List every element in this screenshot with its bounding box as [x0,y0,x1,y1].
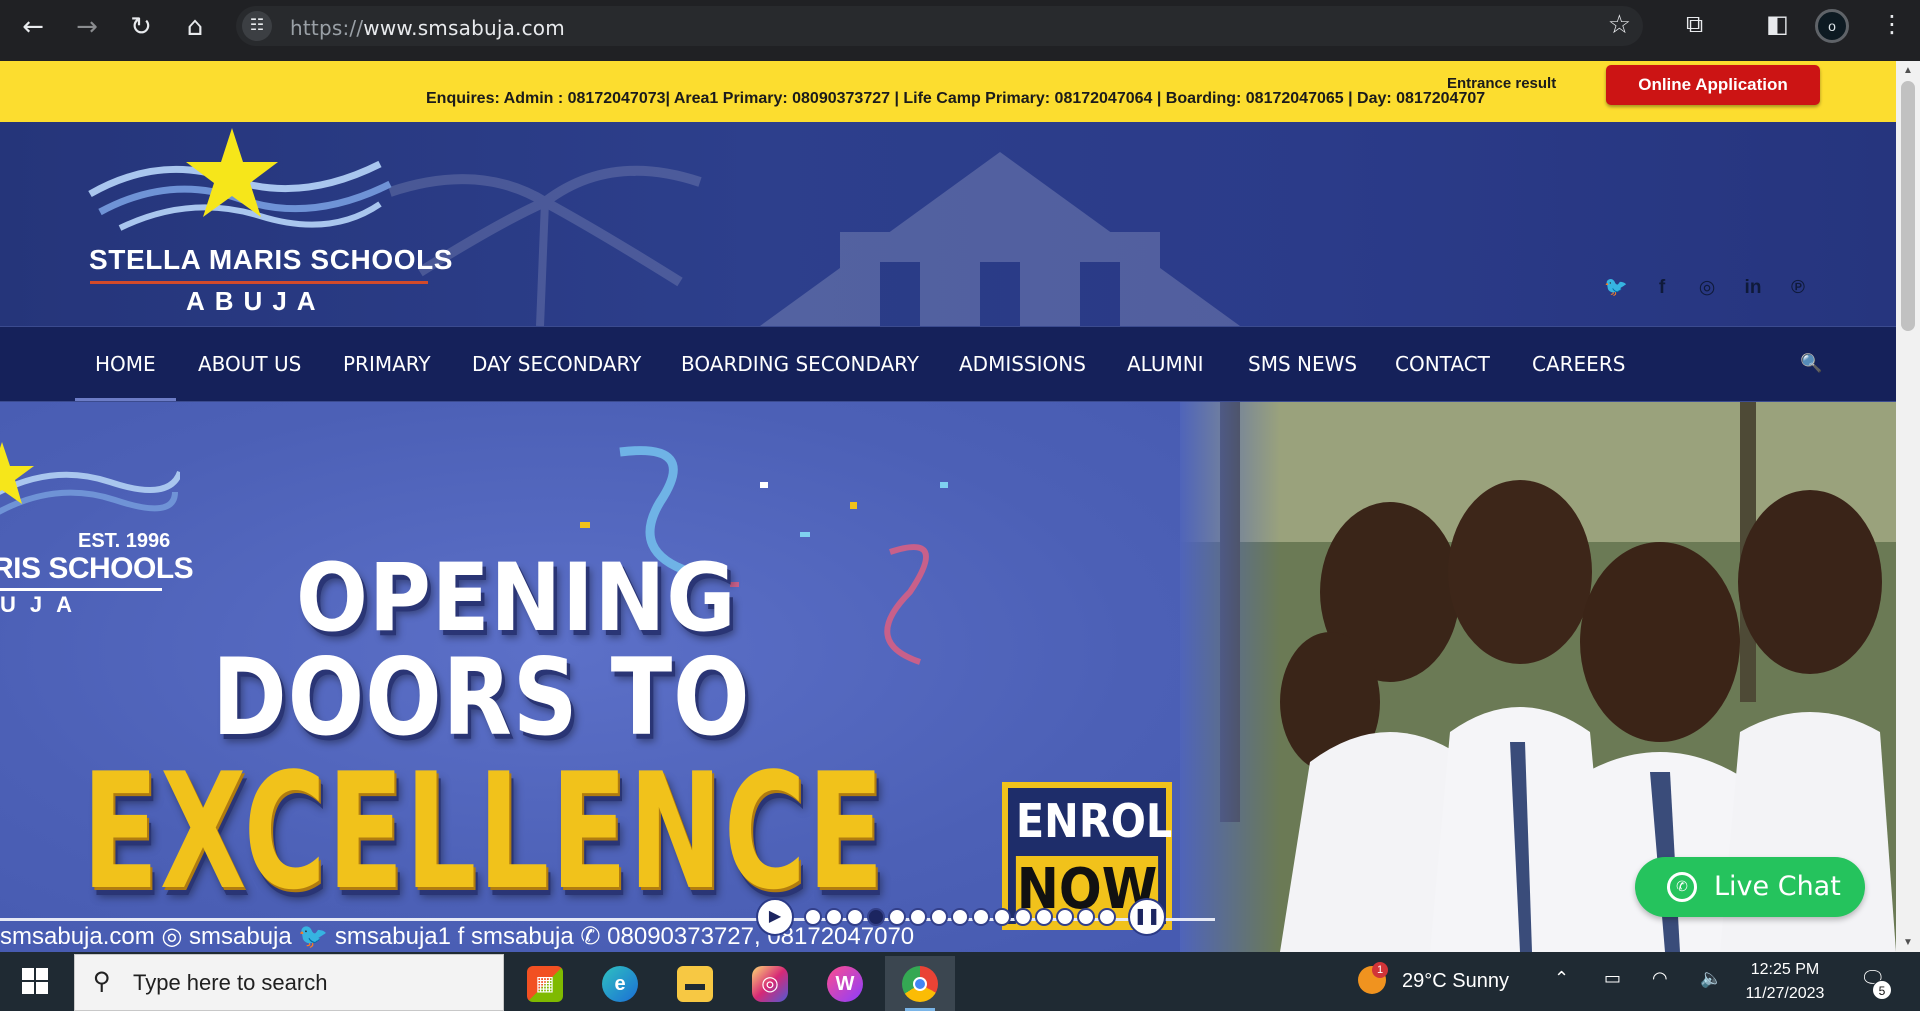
contact-topbar: Entrance result Enquires: Admin : 081720… [0,61,1896,122]
weather-text[interactable]: 29°C Sunny [1402,970,1509,993]
slider-dot[interactable] [1056,908,1074,926]
profile-avatar[interactable]: o [1815,9,1849,43]
school-building-image [760,152,1240,326]
school-logo[interactable]: STELLA MARIS SCHOOLS ABUJA [80,124,452,324]
bookmark-star-icon[interactable]: ☆ [1608,10,1631,40]
slider-dot[interactable] [1098,908,1116,926]
headline-line-3: EXCELLENCE [82,738,886,925]
logo-star-waves [88,128,392,231]
nav-about-us[interactable]: ABOUT US [198,327,301,401]
nav-careers[interactable]: CAREERS [1532,327,1625,401]
chrome-icon[interactable] [885,956,955,1011]
extensions-icon[interactable]: ⧉ [1686,10,1703,38]
slider-controls: ▶ ❚❚ [756,898,1168,936]
slider-dot[interactable] [825,908,843,926]
nav-boarding-secondary[interactable]: BOARDING SECONDARY [681,327,919,401]
linkedin-icon[interactable]: in [1738,273,1768,303]
nav-sms-news[interactable]: SMS NEWS [1248,327,1357,401]
scroll-down-icon[interactable]: ▼ [1902,937,1914,948]
search-icon: ⚲ [93,967,111,995]
url-host: www.smsabuja.com [363,16,565,40]
school-city: ABUJA [186,286,326,316]
online-application-button[interactable]: Online Application [1606,65,1820,105]
taskbar-search-box[interactable]: ⚲ Type here to search [74,954,504,1011]
nav-primary[interactable]: PRIMARY [343,327,431,401]
weather-badge: 1 [1372,962,1388,978]
nav-day-secondary[interactable]: DAY SECONDARY [472,327,641,401]
main-navigation: HOME ABOUT US PRIMARY DAY SECONDARY BOAR… [0,326,1896,402]
whatsapp-icon: ✆ [1667,872,1697,902]
instagram-icon[interactable]: ◎ [735,956,805,1011]
enrol-text: ENROL [1015,794,1173,848]
slider-dot[interactable] [1014,908,1032,926]
slider-dot[interactable] [888,908,906,926]
windows-start-icon[interactable] [22,968,48,994]
hero-logo-underline [0,588,162,591]
search-placeholder: Type here to search [133,970,328,995]
slider-dot[interactable] [804,908,822,926]
twitter-icon[interactable]: 🐦 [1601,273,1631,303]
chevron-up-icon[interactable]: ⌃ [1554,968,1569,989]
slider-dot[interactable] [1035,908,1053,926]
facebook-icon[interactable]: f [1647,273,1677,303]
slider-dot-active[interactable] [867,908,885,926]
hero-established: EST. 1996 [78,530,171,552]
wps-office-icon[interactable]: W [810,956,880,1011]
search-icon[interactable]: 🔍 [1800,353,1822,374]
slider-dot[interactable] [1077,908,1095,926]
hero-banner[interactable]: EST. 1996 RIS SCHOOLS UJA OPENING DOORS … [0,402,1896,952]
live-chat-label: Live Chat [1714,871,1841,902]
windows-taskbar: ⚲ Type here to search ▦ e ▬ ◎ W 1 29°C S… [0,952,1920,1011]
url-text[interactable]: https://www.smsabuja.com [290,16,565,40]
nav-admissions[interactable]: ADMISSIONS [959,327,1086,401]
notification-count-badge: 5 [1872,980,1892,1000]
slider-play-button[interactable]: ▶ [756,898,794,936]
live-chat-button[interactable]: ✆ Live Chat [1635,857,1865,917]
hero-logo-city: UJA [0,592,87,617]
pinterest-icon[interactable]: ℗ [1783,273,1813,303]
address-bar[interactable]: ☷ https://www.smsabuja.com ☆ [236,6,1643,46]
clock-date: 11/27/2023 [1745,985,1825,1002]
browser-menu-icon[interactable]: ⋮ [1880,10,1904,38]
reload-button[interactable]: ↻ [124,10,158,44]
slider-pause-button[interactable]: ❚❚ [1128,898,1166,936]
site-info-icon[interactable]: ☷ [242,11,272,41]
home-button[interactable]: ⌂ [178,10,212,44]
forward-button[interactable]: → [70,10,104,44]
instagram-icon[interactable]: ◎ [1692,273,1722,303]
webpage: Entrance result Enquires: Admin : 081720… [0,61,1896,952]
system-clock[interactable]: 12:25 PM 11/27/2023 [1735,958,1835,1006]
slider-dot[interactable] [930,908,948,926]
nav-home[interactable]: HOME [75,327,176,401]
microsoft-store-icon[interactable]: ▦ [510,956,580,1011]
slider-dot[interactable] [972,908,990,926]
scroll-up-icon[interactable]: ▲ [1902,65,1914,76]
slider-dot[interactable] [951,908,969,926]
file-explorer-icon[interactable]: ▬ [660,956,730,1011]
volume-icon[interactable]: 🔈 [1700,968,1722,989]
hero-logo-name: RIS SCHOOLS [0,552,194,585]
slider-dot[interactable] [993,908,1011,926]
nav-contact[interactable]: CONTACT [1395,327,1490,401]
edge-icon[interactable]: e [585,956,655,1011]
hero-logo-waves [0,442,180,515]
back-button[interactable]: ← [16,10,50,44]
scrollbar-thumb[interactable] [1901,81,1915,331]
slider-dot[interactable] [846,908,864,926]
page-scrollbar[interactable]: ▲ ▼ [1896,61,1920,952]
clock-time: 12:25 PM [1750,961,1820,978]
site-header: STELLA MARIS SCHOOLS ABUJA 🐦 f ◎ in ℗ [0,122,1896,326]
nav-alumni[interactable]: ALUMNI [1127,327,1204,401]
battery-icon[interactable]: ▭ [1604,968,1621,989]
side-panel-icon[interactable]: ◧ [1766,10,1789,38]
slider-dot[interactable] [909,908,927,926]
url-scheme: https:// [290,16,364,40]
browser-toolbar: ← → ↻ ⌂ ☷ https://www.smsabuja.com ☆ ⧉ ◧… [0,0,1920,61]
network-icon[interactable]: ◠ [1652,968,1668,989]
school-name: STELLA MARIS SCHOOLS [89,244,454,275]
logo-underline [90,281,428,284]
